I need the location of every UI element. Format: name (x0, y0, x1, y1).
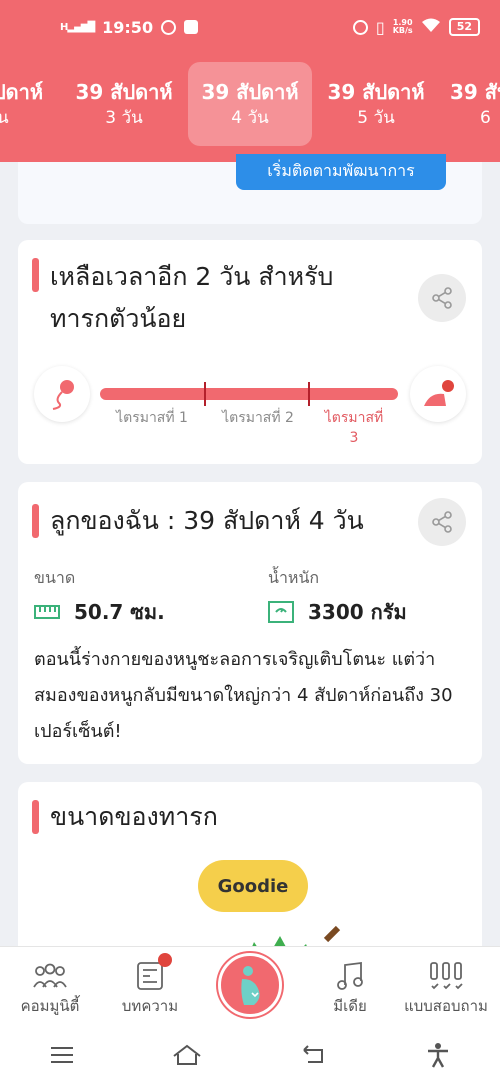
remaining-time-card: เหลือเวลาอีก 2 วัน สำหรับ ทารกตัวน้อย ไต… (18, 240, 482, 464)
vibrate-icon: ▯ (375, 17, 385, 37)
trimester-1-label: ไตรมาสที่ 1 (116, 410, 188, 426)
net-speed: 1.90 KB/s (392, 18, 413, 35)
status-bar: H▂▄▆█ 19:50 ▯ 1.90 KB/s 52 (0, 0, 500, 54)
pregnancy-progress-bar (100, 382, 398, 406)
week-tab-prev2[interactable]: ปดาห์ วัน (0, 62, 60, 146)
share-button[interactable] (418, 274, 466, 322)
nav-quiz[interactable]: แบบสอบถาม (396, 957, 496, 1017)
size-label: ขนาด (34, 568, 76, 587)
system-nav-bar (0, 1026, 500, 1083)
sperm-icon (34, 366, 90, 422)
quiz-icon (430, 962, 463, 990)
scale-icon (268, 601, 294, 623)
size-stat: 50.7 ซม. (34, 596, 165, 628)
card-accent (32, 258, 39, 292)
week-tab-next[interactable]: 39 สัปดาห์ 5 วัน (314, 62, 438, 146)
share-icon (432, 287, 452, 309)
accessibility-icon[interactable] (425, 1042, 451, 1068)
ruler-icon (34, 605, 60, 619)
trimester-2-label: ไตรมาสที่ 2 (222, 410, 294, 426)
pregnancy-home-button[interactable] (218, 953, 282, 1017)
message-icon (184, 20, 199, 34)
start-tracking-button[interactable]: เริ่มติดตามพัฒนาการ (236, 154, 446, 190)
line-app-icon (161, 19, 177, 35)
nav-articles[interactable]: บทความ (100, 953, 200, 1017)
trimester-marker-1 (204, 382, 206, 406)
bottom-nav: คอมมูนิตี้ บทความ มีเดีย แบบสอบถาม (0, 946, 500, 1026)
card-accent (32, 504, 39, 538)
week-tab-prev[interactable]: 39 สัปดาห์ 3 วัน (62, 62, 186, 146)
weight-value: 3300 กรัม (308, 600, 407, 624)
week-tab-current[interactable]: 39 สัปดาห์ 4 วัน (188, 62, 312, 146)
nav-community[interactable]: คอมมูนิตี้ (0, 957, 100, 1017)
network-type: H (60, 21, 68, 33)
back-icon[interactable] (300, 1044, 328, 1066)
share-icon (432, 511, 452, 533)
menu-icon[interactable] (49, 1045, 75, 1065)
share-button[interactable] (418, 498, 466, 546)
baby-title: ลูกของฉัน : 39 สัปดาห์ 4 วัน (50, 506, 364, 535)
weight-stat: 3300 กรัม (268, 596, 407, 628)
music-icon (337, 961, 363, 990)
baby-crawl-icon (410, 366, 466, 422)
battery-icon: 52 (448, 18, 480, 36)
trimester-3-label: ไตรมาสที่ 3 (324, 410, 384, 446)
header: H▂▄▆█ 19:50 ▯ 1.90KB/s 52 ปดาห์ วัน 39 ส… (0, 0, 500, 162)
remaining-title: เหลือเวลาอีก 2 วัน สำหรับ ทารกตัวน้อย (50, 262, 334, 333)
clock: 19:50 (102, 17, 154, 37)
goodie-bubble: Goodie (198, 860, 308, 912)
week-selector: ปดาห์ วัน 39 สัปดาห์ 3 วัน 39 สัปดาห์ 4 … (0, 62, 500, 146)
baby-info-card: ลูกของฉัน : 39 สัปดาห์ 4 วัน ขนาด น้ำหนั… (18, 482, 482, 764)
alarm-icon (352, 19, 368, 35)
notification-badge (158, 953, 172, 967)
nav-media[interactable]: มีเดีย (300, 957, 400, 1017)
track-card: เริ่มติดตามพัฒนาการ (18, 154, 482, 224)
weight-label: น้ำหนัก (268, 568, 320, 587)
size-value: 50.7 ซม. (74, 600, 165, 624)
signal-icon: H▂▄▆█ (60, 21, 95, 33)
pregnant-mother-icon (241, 966, 260, 1005)
baby-size-title: ขนาดของทารก (50, 802, 218, 831)
wifi-icon (421, 17, 441, 37)
community-icon (33, 963, 67, 988)
trimester-marker-2 (308, 382, 310, 406)
week-tab-next2[interactable]: 39 สัป 6 (440, 62, 500, 146)
card-accent (32, 800, 39, 834)
home-icon[interactable] (172, 1044, 202, 1066)
baby-description: ตอนนี้ร่างกายของหนูชะลอการเจริญเติบโตนะ … (34, 649, 453, 742)
